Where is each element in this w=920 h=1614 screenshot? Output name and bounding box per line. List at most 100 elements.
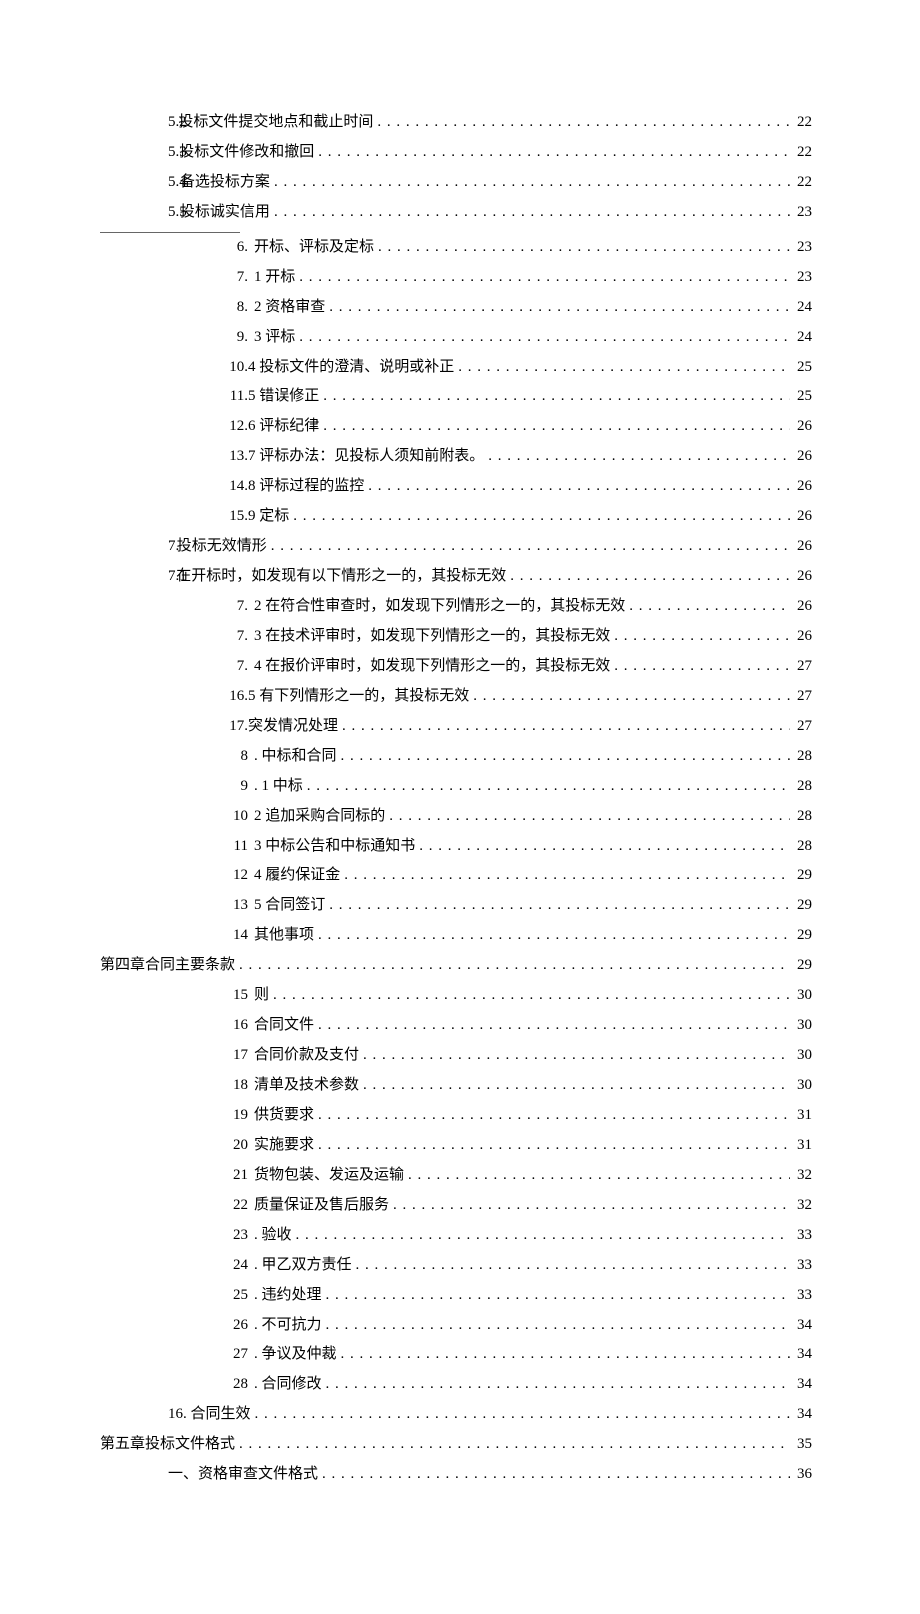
toc-page: 28 <box>790 746 812 768</box>
toc-title: 投标诚实信用 <box>180 202 270 224</box>
toc-title: 清单及技术参数 <box>254 1075 359 1097</box>
toc-entry: 27. 争议及仲裁34 <box>100 1344 812 1366</box>
toc-entry: 5.4备选投标方案22 <box>100 172 812 194</box>
toc-entry: 23. 验收33 <box>100 1225 812 1247</box>
toc-entry: 一、资格审查文件格式36 <box>100 1464 812 1486</box>
toc-title: 8 评标过程的监控 <box>248 476 364 498</box>
toc-entry: 第五章投标文件格式35 <box>100 1434 812 1456</box>
toc-number: 15. <box>168 506 248 528</box>
toc-title: 3 中标公告和中标通知书 <box>254 836 415 858</box>
toc-entry: 25. 违约处理33 <box>100 1285 812 1307</box>
toc-number: 26 <box>168 1315 248 1337</box>
toc-number: 5.5 <box>168 202 176 224</box>
toc-number: 16 <box>168 1015 248 1037</box>
toc-title: 投标无效情形 <box>177 536 267 558</box>
toc-dots <box>389 1195 790 1217</box>
toc-title: . 中标和合同 <box>254 746 337 768</box>
toc-page: 36 <box>790 1464 812 1486</box>
toc-dots <box>469 686 790 708</box>
toc-page: 30 <box>790 1015 812 1037</box>
toc-title: 16. 合同生效 <box>168 1404 251 1426</box>
toc-dots <box>404 1165 790 1187</box>
toc-title: 2 追加采购合同标的 <box>254 806 385 828</box>
toc-number: 5.3 <box>168 142 175 164</box>
toc-dots <box>325 895 790 917</box>
toc-title: 5 合同签订 <box>254 895 325 917</box>
toc-number: 10. <box>168 357 248 379</box>
toc-page: 24 <box>790 327 812 349</box>
toc-dots <box>303 776 790 798</box>
toc-entry: 15 则30 <box>100 985 812 1007</box>
toc-entry: 5.2投标文件提交地点和截止时间22 <box>100 112 812 134</box>
toc-page: 27 <box>790 656 812 678</box>
toc-page: 29 <box>790 895 812 917</box>
toc-number: 14 <box>168 925 248 947</box>
toc-entry: 11 3 中标公告和中标通知书 28 <box>100 836 812 858</box>
toc-title: . 1 中标 <box>254 776 303 798</box>
toc-entry: 12.6 评标纪律26 <box>100 416 812 438</box>
toc-dots <box>359 1045 790 1067</box>
toc-page: 34 <box>790 1374 812 1396</box>
toc-number: 15 <box>168 985 248 1007</box>
toc-number: 9 <box>168 776 248 798</box>
toc-number: 13. <box>168 446 248 468</box>
toc-entry: 6.开标、评标及定标23 <box>100 237 812 259</box>
toc-title: . 验收 <box>254 1225 292 1247</box>
toc-dots <box>319 416 790 438</box>
toc-number: 11 <box>168 836 248 858</box>
toc-number: 21 <box>168 1165 248 1187</box>
toc-number: 16. <box>168 686 248 708</box>
toc-page: 32 <box>790 1165 812 1187</box>
toc-title: 备选投标方案 <box>180 172 270 194</box>
toc-entry: 7.3 在技术评审时，如发现下列情形之一的，其投标无效26 <box>100 626 812 648</box>
toc-page: 34 <box>790 1315 812 1337</box>
toc-entry: 8. 中标和合同28 <box>100 746 812 768</box>
toc-title: 3 在技术评审时，如发现下列情形之一的，其投标无效 <box>254 626 610 648</box>
toc-entry: 8.2 资格审查24 <box>100 297 812 319</box>
toc-dots <box>292 1225 790 1247</box>
toc-page: 27 <box>790 716 812 738</box>
toc-dots <box>610 656 790 678</box>
toc-page: 26 <box>790 476 812 498</box>
toc-page: 26 <box>790 596 812 618</box>
toc-dots <box>373 112 790 134</box>
toc-page: 26 <box>790 626 812 648</box>
toc-title: . 不可抗力 <box>254 1315 322 1337</box>
toc-number: 7. <box>168 267 248 289</box>
toc-page: 26 <box>790 416 812 438</box>
toc-page: 26 <box>790 566 812 588</box>
toc-title: 5 错误修正 <box>248 386 319 408</box>
toc-entry: 21货物包装、发运及运输32 <box>100 1165 812 1187</box>
toc-dots <box>484 446 790 468</box>
toc-dots <box>325 297 790 319</box>
toc-page: 29 <box>790 955 812 977</box>
toc-title: 9 定标 <box>248 506 289 528</box>
toc-number: 7. <box>168 656 248 678</box>
toc-page: 22 <box>790 172 812 194</box>
toc-dots <box>359 1075 790 1097</box>
toc-entry: 22质量保证及售后服务32 <box>100 1195 812 1217</box>
toc-entry: 18清单及技术参数30 <box>100 1075 812 1097</box>
toc-number: 14. <box>168 476 248 498</box>
toc-entry: 7.投标无效情形26 <box>100 536 812 558</box>
toc-title: 实施要求 <box>254 1135 314 1157</box>
toc-page: 26 <box>790 446 812 468</box>
toc-dots <box>267 536 790 558</box>
toc-entry: 9. 1 中标28 <box>100 776 812 798</box>
toc-dots <box>319 386 790 408</box>
toc-title: . 争议及仲裁 <box>254 1344 337 1366</box>
toc-page: 24 <box>790 297 812 319</box>
toc-title: 突发情况处理 <box>248 716 338 738</box>
toc-number: 7. <box>168 596 248 618</box>
toc-entry: 5.5投标诚实信用23 <box>100 202 812 224</box>
toc-dots <box>374 237 790 259</box>
toc-number: 22 <box>168 1195 248 1217</box>
toc-dots <box>340 865 790 887</box>
toc-page: 26 <box>790 506 812 528</box>
toc-dots <box>352 1255 790 1277</box>
toc-entry: 16合同文件30 <box>100 1015 812 1037</box>
toc-title: 投标文件提交地点和截止时间 <box>178 112 373 134</box>
toc-title: 5 有下列情形之一的，其投标无效 <box>248 686 469 708</box>
toc-page: 28 <box>790 836 812 858</box>
toc-page: 34 <box>790 1404 812 1426</box>
